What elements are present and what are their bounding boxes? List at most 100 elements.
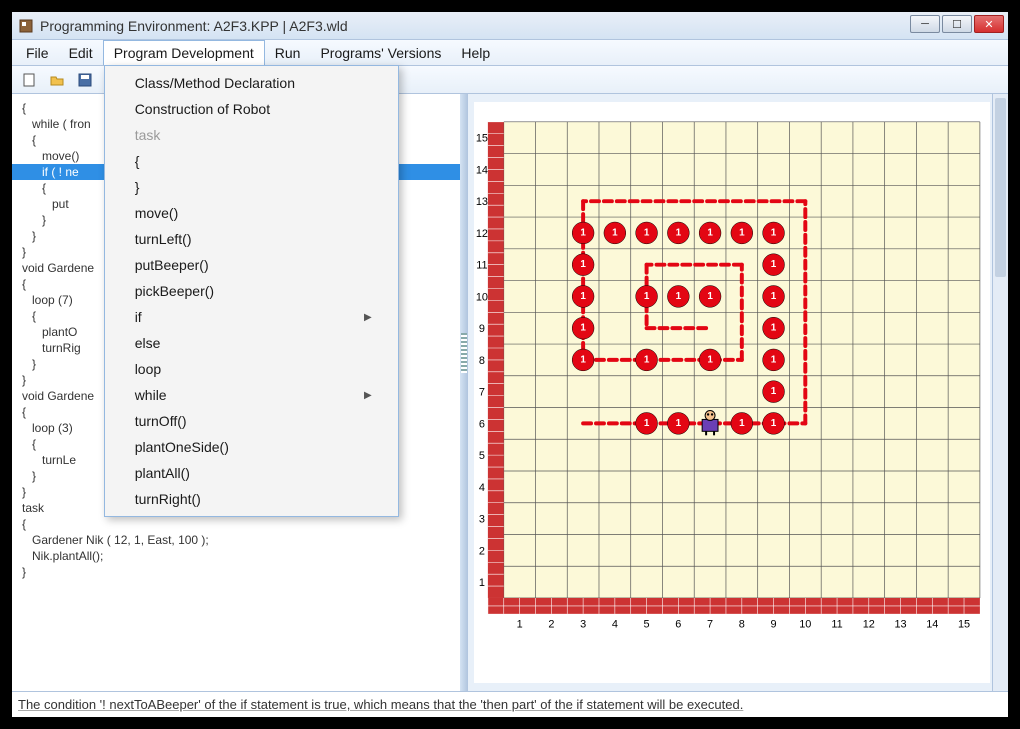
- svg-text:11: 11: [832, 619, 843, 631]
- menu-program-development[interactable]: Program Development Class/Method Declara…: [103, 40, 265, 65]
- dropdown-item-label: while: [135, 387, 167, 403]
- minimize-button[interactable]: ─: [910, 15, 940, 33]
- beeper: 1: [668, 286, 690, 308]
- submenu-arrow-icon: ▶: [364, 390, 372, 401]
- svg-text:1: 1: [612, 227, 618, 238]
- svg-text:5: 5: [479, 450, 485, 462]
- svg-text:1: 1: [581, 259, 587, 270]
- svg-text:1: 1: [517, 619, 523, 631]
- menu-programs-versions[interactable]: Programs' Versions: [310, 40, 451, 65]
- maximize-button[interactable]: ☐: [942, 15, 972, 33]
- menubar: File Edit Program Development Class/Meth…: [12, 40, 1008, 66]
- svg-text:1: 1: [739, 227, 745, 238]
- svg-text:1: 1: [771, 354, 777, 365]
- svg-text:14: 14: [476, 164, 488, 176]
- beeper: 1: [731, 412, 753, 434]
- open-folder-icon[interactable]: [46, 69, 68, 91]
- beeper: 1: [731, 222, 753, 244]
- svg-text:1: 1: [479, 577, 485, 589]
- app-icon: [18, 18, 34, 34]
- dropdown-item-label: turnOff(): [135, 413, 187, 429]
- svg-text:1: 1: [644, 227, 650, 238]
- beeper: 1: [636, 349, 658, 371]
- svg-text:1: 1: [771, 259, 777, 270]
- dropdown-item-6[interactable]: turnLeft(): [105, 226, 398, 252]
- svg-text:15: 15: [958, 619, 970, 631]
- menu-help[interactable]: Help: [451, 40, 500, 65]
- svg-text:12: 12: [476, 228, 488, 240]
- svg-text:1: 1: [708, 291, 714, 302]
- svg-text:1: 1: [771, 418, 777, 429]
- svg-text:1: 1: [771, 291, 777, 302]
- code-line[interactable]: Gardener Nik ( 12, 1, East, 100 );: [22, 532, 450, 548]
- dropdown-item-1[interactable]: Construction of Robot: [105, 96, 398, 122]
- dropdown-item-3[interactable]: {: [105, 148, 398, 174]
- beeper: 1: [572, 222, 594, 244]
- dropdown-item-8[interactable]: pickBeeper(): [105, 278, 398, 304]
- dropdown-item-label: Class/Method Declaration: [135, 75, 295, 91]
- dropdown-item-9[interactable]: if▶: [105, 304, 398, 330]
- svg-text:1: 1: [708, 227, 714, 238]
- dropdown-item-label: task: [135, 127, 161, 143]
- dropdown-item-14[interactable]: plantOneSide(): [105, 434, 398, 460]
- code-line[interactable]: {: [22, 516, 450, 532]
- dropdown-item-10[interactable]: else: [105, 330, 398, 356]
- beeper: 1: [699, 222, 721, 244]
- svg-text:1: 1: [771, 227, 777, 238]
- svg-text:15: 15: [476, 133, 488, 145]
- dropdown-item-label: move(): [135, 205, 179, 221]
- beeper: 1: [572, 317, 594, 339]
- svg-text:1: 1: [708, 354, 714, 365]
- new-file-icon[interactable]: [18, 69, 40, 91]
- dropdown-item-15[interactable]: plantAll(): [105, 460, 398, 486]
- menu-file[interactable]: File: [16, 40, 59, 65]
- menu-program-development-label: Program Development: [114, 45, 254, 61]
- svg-text:1: 1: [771, 386, 777, 397]
- menu-edit[interactable]: Edit: [59, 40, 103, 65]
- code-line[interactable]: Nik.plantAll();: [22, 548, 450, 564]
- beeper: 1: [763, 317, 785, 339]
- svg-text:12: 12: [863, 619, 875, 631]
- beeper: 1: [763, 349, 785, 371]
- beeper: 1: [763, 286, 785, 308]
- dropdown-item-16[interactable]: turnRight(): [105, 486, 398, 512]
- beeper: 1: [668, 222, 690, 244]
- beeper: 1: [699, 349, 721, 371]
- svg-text:1: 1: [676, 418, 682, 429]
- svg-text:13: 13: [895, 619, 907, 631]
- beeper: 1: [636, 222, 658, 244]
- svg-text:4: 4: [612, 619, 618, 631]
- window-title: Programming Environment: A2F3.KPP | A2F3…: [40, 18, 348, 34]
- svg-text:1: 1: [581, 354, 587, 365]
- dropdown-item-13[interactable]: turnOff(): [105, 408, 398, 434]
- vertical-scrollbar[interactable]: [992, 94, 1008, 691]
- svg-text:1: 1: [581, 323, 587, 334]
- beeper: 1: [763, 381, 785, 403]
- beeper: 1: [699, 286, 721, 308]
- beeper: 1: [763, 412, 785, 434]
- code-line[interactable]: }: [22, 564, 450, 580]
- dropdown-item-label: if: [135, 309, 142, 325]
- svg-text:5: 5: [644, 619, 650, 631]
- dropdown-item-7[interactable]: putBeeper(): [105, 252, 398, 278]
- beeper: 1: [763, 222, 785, 244]
- dropdown-item-0[interactable]: Class/Method Declaration: [105, 70, 398, 96]
- svg-text:10: 10: [476, 291, 488, 303]
- dropdown-item-4[interactable]: }: [105, 174, 398, 200]
- pane-divider[interactable]: [460, 94, 468, 691]
- svg-text:11: 11: [476, 260, 487, 272]
- svg-text:2: 2: [549, 619, 555, 631]
- menu-run[interactable]: Run: [265, 40, 311, 65]
- svg-text:2: 2: [479, 545, 485, 557]
- program-development-dropdown: Class/Method Declaration Construction of …: [104, 65, 399, 517]
- svg-text:6: 6: [479, 418, 485, 430]
- dropdown-item-11[interactable]: loop: [105, 356, 398, 382]
- beeper: 1: [636, 412, 658, 434]
- close-button[interactable]: ✕: [974, 15, 1004, 33]
- status-text: The condition '! nextToABeeper' of the i…: [18, 697, 743, 712]
- save-icon[interactable]: [74, 69, 96, 91]
- status-bar: The condition '! nextToABeeper' of the i…: [12, 691, 1008, 717]
- dropdown-item-12[interactable]: while ▶: [105, 382, 398, 408]
- dropdown-item-5[interactable]: move(): [105, 200, 398, 226]
- world-view: 1234567891011121314151234567891011121314…: [468, 94, 1008, 691]
